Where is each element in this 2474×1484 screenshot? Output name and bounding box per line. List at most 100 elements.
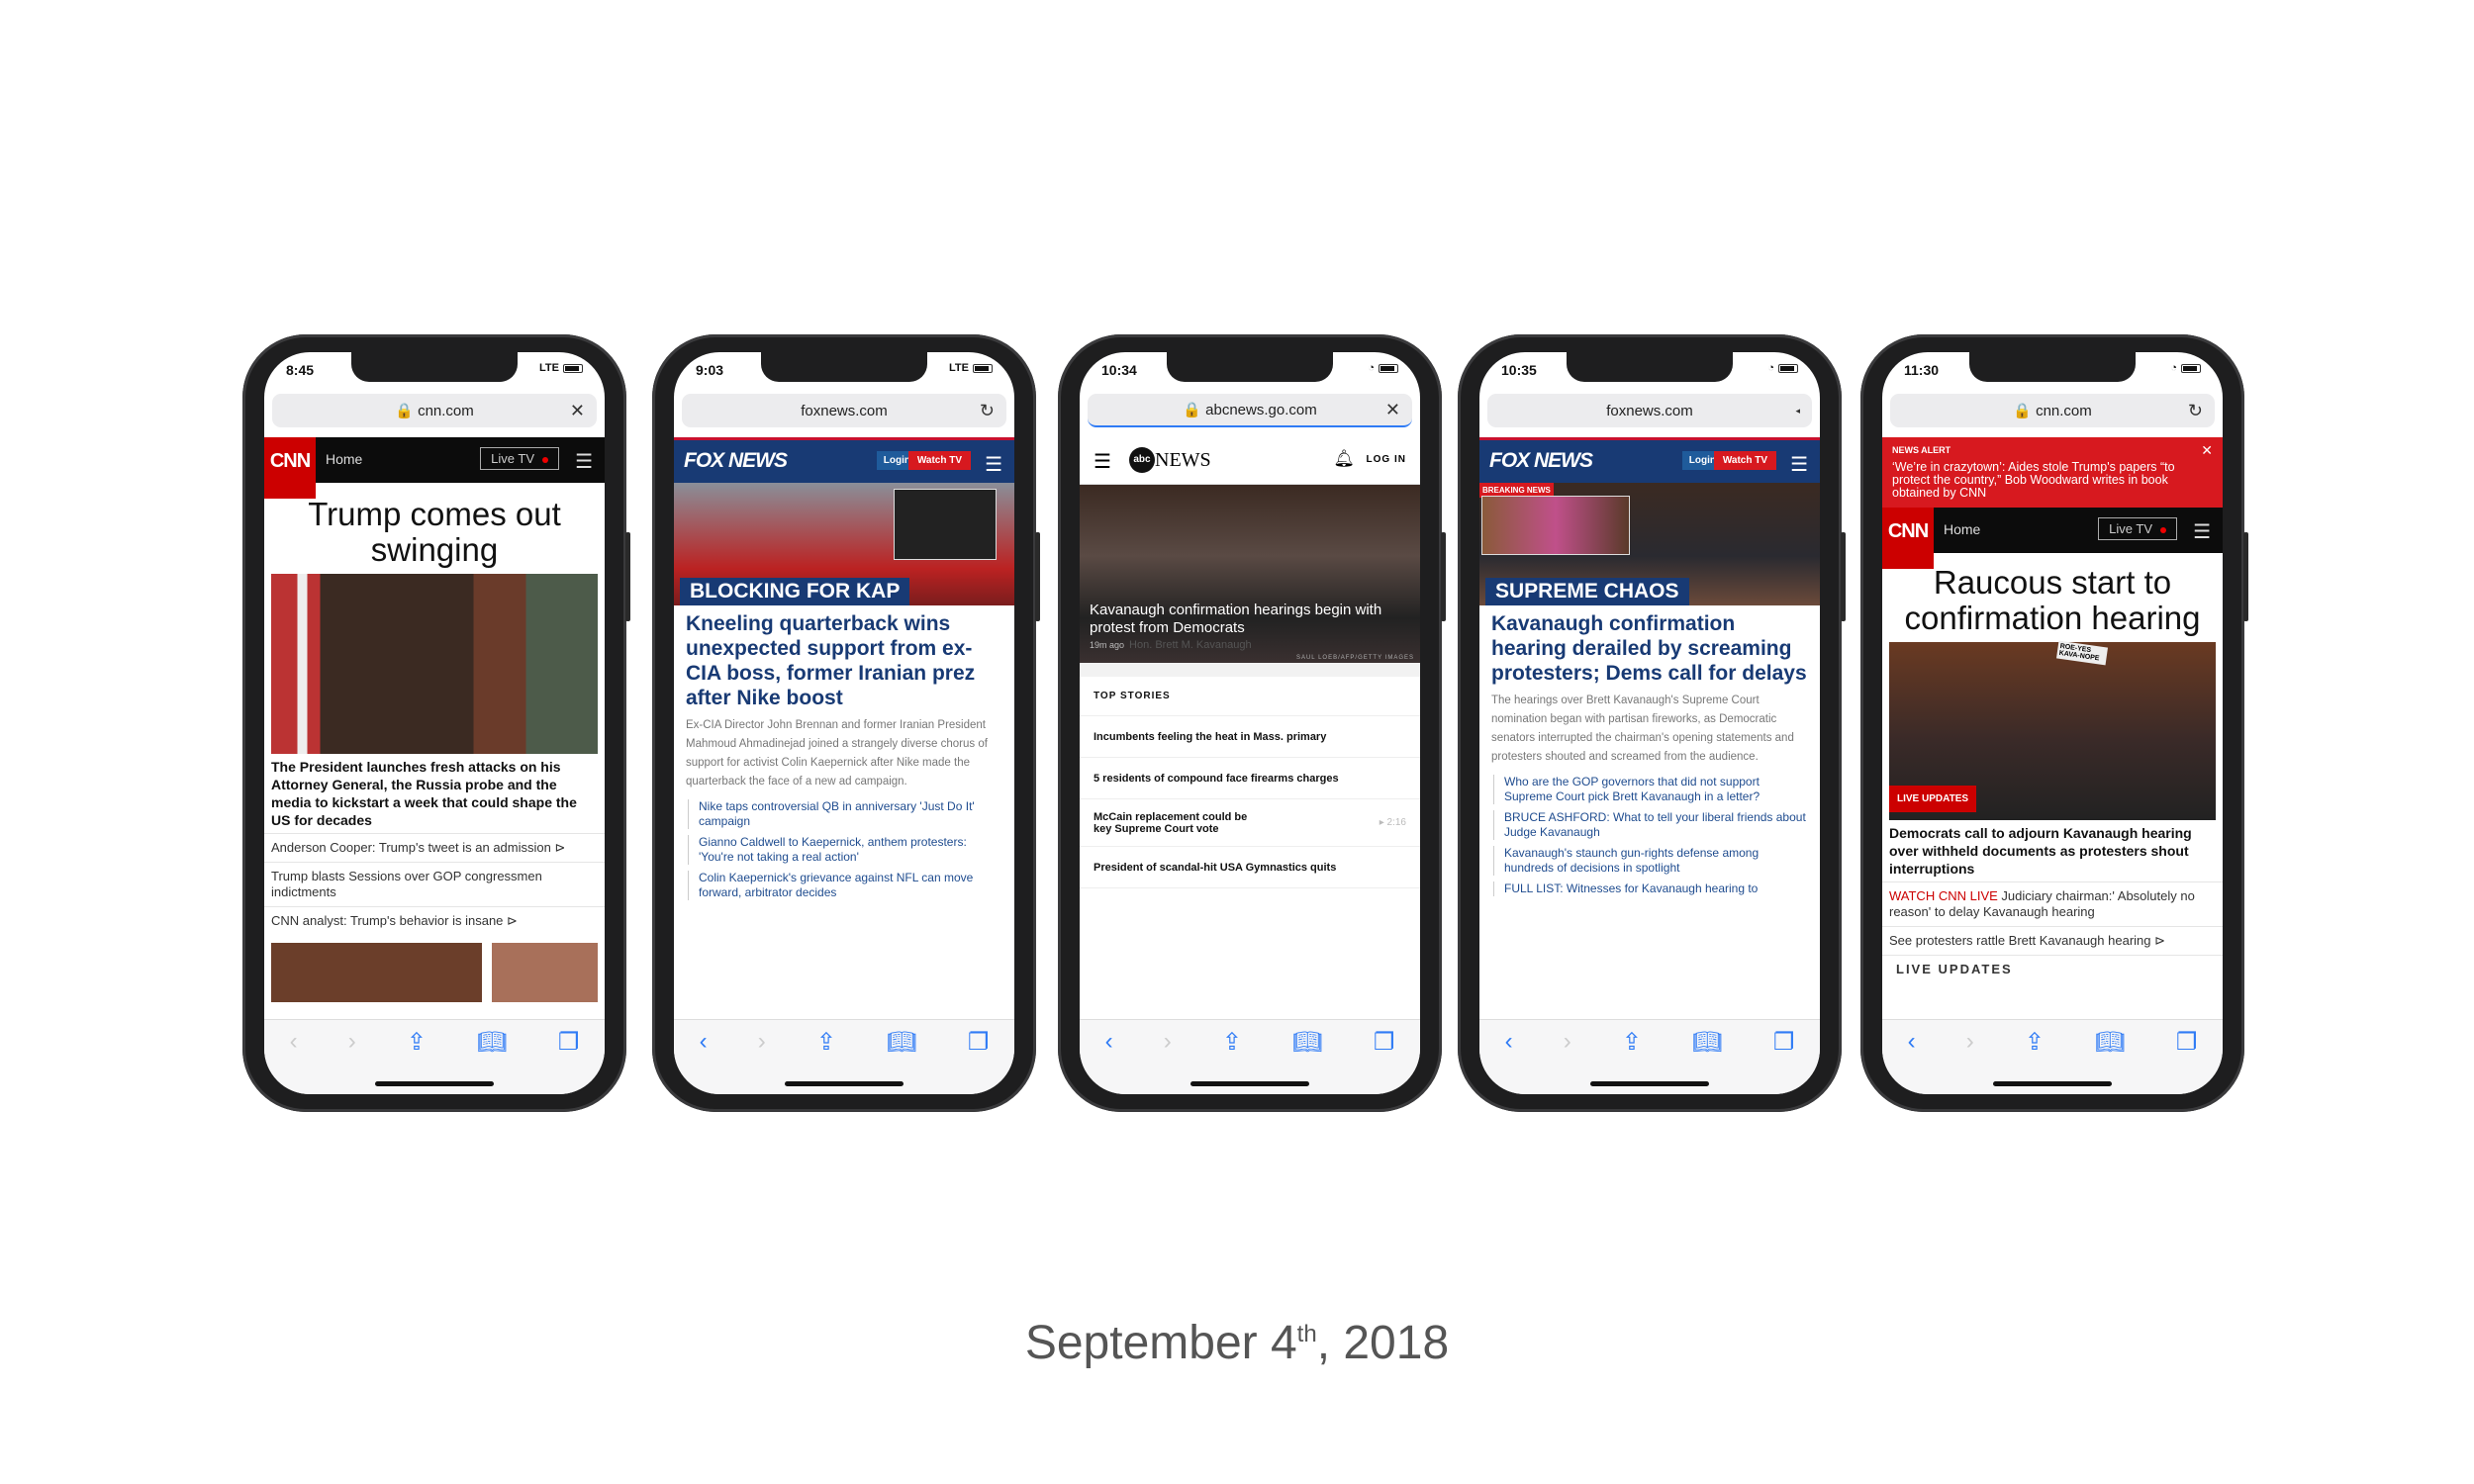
close-alert-icon[interactable]: ✕ — [2201, 442, 2213, 459]
nameplate: Hon. Brett M. Kavanaugh — [1129, 639, 1252, 651]
phone-cnn-845: 8:45 LTE 🔒 cnn.com ✕ CNN Home Live TV ☰ Trump… — [242, 334, 630, 1112]
battery-icon — [973, 363, 993, 373]
address-bar[interactable]: 🔒 cnn.com ✕ — [272, 394, 597, 427]
forward-icon[interactable]: › — [758, 1028, 766, 1094]
related-link[interactable]: Gianno Caldwell to Kaepernick, anthem pr… — [688, 835, 1002, 865]
hero-image[interactable] — [271, 574, 598, 754]
abc-news-logo[interactable]: abc NEWS — [1129, 447, 1211, 473]
forward-icon[interactable]: › — [1164, 1028, 1172, 1094]
fox-logo[interactable]: FOX NEWS — [684, 449, 788, 473]
story-caption[interactable]: Democrats call to adjourn Kavanaugh hear… — [1882, 820, 2223, 881]
story-link[interactable]: See protesters rattle Brett Kavanaugh he… — [1882, 926, 2223, 955]
forward-icon[interactable]: › — [1966, 1028, 1974, 1094]
story-link[interactable]: WATCH CNN LIVE Judiciary chairman:' Abso… — [1882, 881, 2223, 926]
hero-image[interactable]: Kavanaugh confirmation hearings begin wi… — [1080, 485, 1420, 663]
related-link[interactable]: Nike taps controversial QB in anniversar… — [688, 799, 1002, 829]
tabs-icon[interactable]: ❐ — [1773, 1028, 1795, 1094]
reload-icon[interactable]: ↻ — [2188, 401, 2203, 421]
story-summary: The hearings over Brett Kavanaugh's Supr… — [1491, 695, 1794, 763]
menu-icon[interactable]: ☰ — [985, 452, 1002, 477]
section-title: TOP STORIES — [1080, 677, 1420, 716]
thumbnail-image[interactable] — [271, 943, 483, 1002]
cnn-logo[interactable]: CNN — [264, 437, 316, 499]
hero-image[interactable]: ROE-YES KAVA-NOPE LIVE UPDATES — [1889, 640, 2216, 820]
address-bar[interactable]: 🔒 abcnews.go.com ✕ — [1088, 394, 1412, 427]
reload-icon[interactable]: ↻ — [980, 401, 995, 421]
wifi-icon: ◔ — [1368, 362, 1375, 374]
tabs-icon[interactable]: ❐ — [968, 1028, 990, 1094]
fox-nav: FOX NEWS Login Watch TV ☰ — [1479, 437, 1820, 483]
hero-image[interactable]: BREAKING NEWS SUPREME CHAOS — [1479, 483, 1820, 605]
back-icon[interactable]: ‹ — [1505, 1028, 1513, 1094]
related-link[interactable]: FULL LIST: Witnesses for Kavanaugh heari… — [1493, 881, 1808, 896]
address-bar[interactable]: 🔒 cnn.com ↻ — [1890, 394, 2215, 427]
fox-logo[interactable]: FOX NEWS — [1489, 449, 1593, 473]
phone-abc-1034: 10:34 ◔ 🔒 abcnews.go.com ✕ ☰ abc NEWS 🔔︎ LOG I… — [1058, 334, 1446, 1112]
story-link[interactable]: Trump blasts Sessions over GOP congressm… — [264, 862, 605, 906]
tabs-icon[interactable]: ❐ — [558, 1028, 580, 1094]
screen: 8:45 LTE 🔒 cnn.com ✕ CNN Home Live TV ☰ Trump… — [264, 352, 605, 1094]
related-link[interactable]: BRUCE ASHFORD: What to tell your liberal… — [1493, 810, 1808, 840]
screen: 9:03 LTE foxnews.com ↻ FOX NEWS Login Watch … — [674, 352, 1014, 1094]
wifi-icon: ◔ — [1767, 362, 1774, 374]
related-link[interactable]: Who are the GOP governors that did not s… — [1493, 775, 1808, 804]
back-icon[interactable]: ‹ — [290, 1028, 298, 1094]
battery-icon — [2181, 363, 2201, 373]
related-link[interactable]: Colin Kaepernick's grievance against NFL… — [688, 871, 1002, 900]
abc-nav: ☰ abc NEWS 🔔︎ LOG IN — [1080, 437, 1420, 485]
story-banner: BLOCKING FOR KAP — [680, 578, 910, 605]
watch-tv-button[interactable]: Watch TV — [907, 451, 971, 470]
inset-image — [1481, 496, 1630, 555]
live-tv-button[interactable]: Live TV — [480, 447, 559, 470]
story-link[interactable]: Anderson Cooper: Trump's tweet is an adm… — [264, 833, 605, 862]
news-alert[interactable]: NEWS ALERT ‘We’re in crazytown’: Aides st… — [1882, 437, 2223, 508]
reader-icon[interactable]: ◂ — [1795, 406, 1800, 417]
cnn-logo[interactable]: CNN — [1882, 508, 1934, 569]
story-caption[interactable]: The President launches fresh attacks on … — [264, 754, 605, 833]
battery-icon — [1379, 363, 1398, 373]
tabs-icon[interactable]: ❐ — [1374, 1028, 1395, 1094]
login-button[interactable]: LOG IN — [1367, 454, 1406, 465]
section-label: LIVE UPDATES — [1882, 955, 2223, 983]
related-link[interactable]: Kavanaugh's staunch gun-rights defense a… — [1493, 846, 1808, 876]
address-bar[interactable]: foxnews.com ↻ — [682, 394, 1006, 427]
back-icon[interactable]: ‹ — [700, 1028, 708, 1094]
nav-home[interactable]: Home — [326, 451, 362, 467]
story-summary: Ex-CIA Director John Brennan and former … — [686, 719, 988, 788]
hero-image[interactable]: BLOCKING FOR KAP — [674, 483, 1014, 605]
battery-icon — [1778, 363, 1798, 373]
live-tv-button[interactable]: Live TV — [2098, 517, 2177, 540]
tabs-icon[interactable]: ❐ — [2176, 1028, 2198, 1094]
bell-icon[interactable]: 🔔︎ — [1333, 449, 1355, 469]
wifi-icon: ◔ — [2170, 362, 2177, 374]
story-item[interactable]: McCain replacement could be key Supreme … — [1080, 799, 1420, 847]
date-caption: September 4th, 2018 — [1024, 1317, 1450, 1369]
back-icon[interactable]: ‹ — [1908, 1028, 1916, 1094]
story-item[interactable]: Incumbents feeling the heat in Mass. pri… — [1080, 716, 1420, 758]
screen: 10:35 ◔ foxnews.com ◂ FOX NEWS Login Watch T… — [1479, 352, 1820, 1094]
cnn-nav: CNN Home Live TV ☰ — [264, 437, 605, 499]
close-icon[interactable]: ✕ — [570, 401, 585, 421]
headline[interactable]: Kavanaugh confirmation hearing derailed … — [1479, 605, 1820, 690]
address-bar[interactable]: foxnews.com ◂ — [1487, 394, 1812, 427]
live-updates-badge: LIVE UPDATES — [1889, 786, 1977, 812]
menu-icon[interactable]: ☰ — [575, 449, 593, 474]
photo-credit: SAUL LOEB/AFP/GETTY IMAGES — [1295, 655, 1414, 661]
back-icon[interactable]: ‹ — [1105, 1028, 1113, 1094]
nav-home[interactable]: Home — [1944, 521, 1980, 537]
thumbnail-image[interactable] — [492, 943, 598, 1002]
forward-icon[interactable]: › — [1564, 1028, 1571, 1094]
watch-tv-button[interactable]: Watch TV — [1713, 451, 1776, 470]
story-link[interactable]: CNN analyst: Trump's behavior is insane … — [264, 906, 605, 935]
menu-icon[interactable]: ☰ — [2193, 519, 2211, 544]
phone-fox-903: 9:03 LTE foxnews.com ↻ FOX NEWS Login Watch … — [652, 334, 1040, 1112]
menu-icon[interactable]: ☰ — [1790, 452, 1808, 477]
menu-icon[interactable]: ☰ — [1094, 449, 1111, 474]
story-item[interactable]: 5 residents of compound face firearms ch… — [1080, 758, 1420, 799]
headline[interactable]: Kneeling quarterback wins unexpected sup… — [674, 605, 1014, 714]
forward-icon[interactable]: › — [348, 1028, 356, 1094]
close-icon[interactable]: ✕ — [1385, 400, 1400, 420]
protest-sign: ROE-YES KAVA-NOPE — [2055, 640, 2109, 666]
cnn-nav: CNN Home Live TV ☰ — [1882, 508, 2223, 569]
story-item[interactable]: President of scandal-hit USA Gymnastics … — [1080, 847, 1420, 888]
